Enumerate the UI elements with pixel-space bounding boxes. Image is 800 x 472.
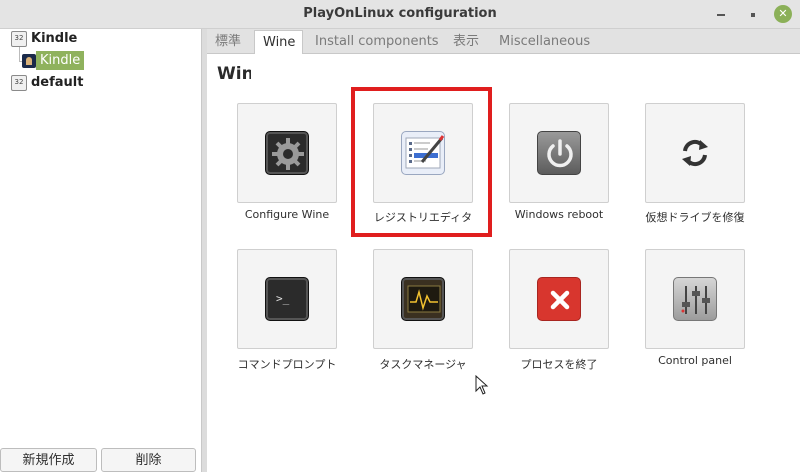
config-pane: 標準 Wine Install components 表示 Miscellane… [207,29,800,472]
tab-wine[interactable]: Wine [254,30,303,54]
tool-label: Configure Wine [244,208,330,221]
tool-label: プロセスを終了 [520,358,598,371]
maximize-button[interactable] [744,5,762,23]
command-prompt-button[interactable]: >_ [237,249,337,349]
delete-prefix-button[interactable]: 削除 [101,448,196,472]
minimize-button[interactable] [712,5,730,23]
tab-display[interactable]: 表示 [445,30,487,53]
tree-item-label-selected: Kindle [36,51,85,70]
prefix-tree: 32 Kindle Kindle 32 default [0,29,202,472]
control-panel-icon [673,277,717,321]
window-title: PlayOnLinux configuration [303,6,497,21]
tree-item-label: default [31,75,84,90]
tab-general[interactable]: 標準 [207,30,249,53]
tree-item-default-prefix[interactable]: 32 default [11,73,83,93]
new-prefix-button[interactable]: 新規作成 [0,448,97,472]
tree-item-kindle-prefix[interactable]: 32 Kindle [11,29,77,49]
task-manager-icon [401,277,445,321]
close-button[interactable]: ✕ [774,5,792,23]
title-bar: PlayOnLinux configuration ✕ [0,0,800,29]
annotation-highlight-box [351,87,492,237]
mouse-cursor-icon [475,375,489,395]
section-title: Wine [217,64,251,84]
tool-label: Control panel [658,354,732,367]
minimize-icon [717,13,725,16]
tool-label: Windows reboot [514,208,604,221]
tool-label: 仮想ドライブを修復 [645,211,745,224]
tree-item-label: Kindle [31,31,78,46]
task-manager-button[interactable] [373,249,473,349]
tab-bar: 標準 Wine Install components 表示 Miscellane… [207,29,800,54]
terminal-icon: >_ [265,277,309,321]
refresh-icon [673,131,717,175]
kill-process-button[interactable] [509,249,609,349]
svg-text:>_: >_ [276,292,290,305]
power-icon [537,131,581,175]
repair-virtual-drive-button[interactable] [645,103,745,203]
control-panel-button[interactable] [645,249,745,349]
configure-wine-button[interactable] [237,103,337,203]
close-icon: ✕ [778,7,788,20]
tool-label: コマンドプロンプト [237,358,337,371]
tree-item-kindle-app[interactable]: Kindle [22,51,85,70]
kill-process-icon [537,277,581,321]
wine-32bit-icon: 32 [11,75,27,91]
tab-miscellaneous[interactable]: Miscellaneous [491,30,598,53]
windows-reboot-button[interactable] [509,103,609,203]
wine-32bit-icon: 32 [11,31,27,47]
tab-install-components[interactable]: Install components [307,30,447,53]
tree-connector [19,47,20,61]
tool-label: タスクマネージャ [379,358,467,371]
gears-icon [265,131,309,175]
maximize-icon [751,12,755,17]
kindle-app-icon [22,53,36,68]
